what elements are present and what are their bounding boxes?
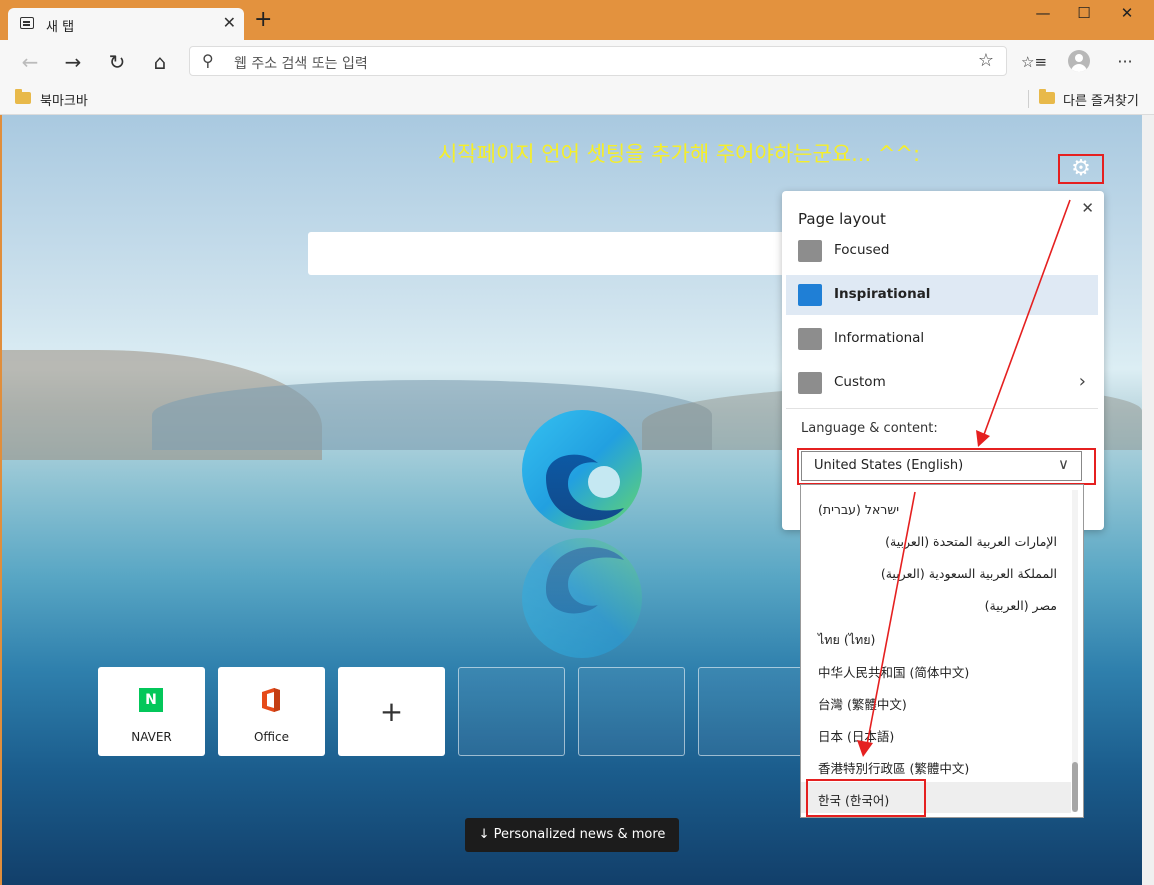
language-option[interactable]: 香港特別行政區 (繁體中文): [801, 750, 1071, 781]
personalized-news-button[interactable]: ↓ Personalized news & more: [465, 818, 679, 852]
chevron-right-icon: ›: [1078, 371, 1086, 392]
quick-link-label: NAVER: [131, 730, 172, 744]
language-dropdown-list: ישראל (עברית) الإمارات العربية المتحدة (…: [800, 484, 1084, 818]
page-settings-gear-icon[interactable]: ⚙: [1058, 154, 1104, 184]
layout-label: Inspirational: [834, 286, 931, 302]
bookmarks-divider: [1028, 90, 1029, 108]
favorite-star-icon[interactable]: ☆: [978, 50, 994, 71]
minimize-button[interactable]: —: [1028, 4, 1058, 24]
favorites-collections-button[interactable]: ☆≡: [1021, 50, 1047, 74]
forward-button[interactable]: →: [61, 50, 85, 74]
empty-quick-link-slot: [458, 667, 565, 756]
language-option[interactable]: الإمارات العربية المتحدة (العربية): [801, 526, 1071, 557]
language-option[interactable]: 日本 (日本語): [801, 718, 1071, 749]
layout-option-custom[interactable]: Custom ›: [786, 363, 1098, 403]
search-icon: ⚲: [202, 51, 214, 70]
language-option[interactable]: المملكة العربية السعودية (العربية): [801, 558, 1071, 589]
address-bar[interactable]: ⚲ 웹 주소 검색 또는 입력 ☆: [189, 46, 1007, 76]
office-icon: [262, 688, 280, 712]
maximize-button[interactable]: ☐: [1069, 4, 1099, 24]
language-option[interactable]: مصر (العربية): [801, 590, 1071, 621]
new-tab-page-icon: [20, 17, 34, 29]
layout-label: Custom: [834, 374, 886, 390]
quick-link-naver[interactable]: N NAVER: [98, 667, 205, 756]
tab-close-icon[interactable]: ✕: [223, 13, 236, 32]
home-button[interactable]: ⌂: [148, 50, 172, 74]
web-search-box[interactable]: [308, 232, 808, 275]
folder-icon: [1039, 89, 1055, 104]
pencil-icon: [798, 372, 822, 394]
informational-layout-icon: [798, 328, 822, 350]
layout-option-informational[interactable]: Informational: [786, 319, 1098, 359]
refresh-button[interactable]: ↻: [105, 50, 129, 74]
annotation-highlight-box: [806, 779, 926, 817]
browser-window: 새 탭 ✕ + — ☐ ✕ ← → ↻ ⌂ ⚲ 웹 주소 검색 또는 입력 ☆ …: [0, 0, 1154, 885]
bookmarks-folder[interactable]: 북마크바: [40, 90, 88, 109]
page-scrollbar[interactable]: [1142, 115, 1154, 885]
edge-logo-reflection: [522, 538, 642, 658]
other-favorites-folder[interactable]: 다른 즐겨찾기: [1063, 90, 1139, 109]
new-tab-button[interactable]: +: [254, 9, 272, 31]
profile-avatar[interactable]: [1068, 50, 1090, 72]
empty-quick-link-slot: [578, 667, 685, 756]
address-placeholder: 웹 주소 검색 또는 입력: [234, 56, 368, 72]
language-option[interactable]: ישראל (עברית): [801, 494, 1071, 525]
language-content-label: Language & content:: [801, 421, 938, 436]
layout-label: Focused: [834, 242, 890, 258]
inspirational-layout-icon: [798, 284, 822, 306]
edge-logo: [522, 410, 642, 530]
settings-menu-button[interactable]: ···: [1113, 50, 1137, 74]
tab-strip: 새 탭 ✕ + — ☐ ✕: [0, 0, 1154, 40]
layout-option-inspirational[interactable]: Inspirational: [786, 275, 1098, 315]
add-quick-link-button[interactable]: +: [338, 667, 445, 756]
focused-layout-icon: [798, 240, 822, 262]
annotation-text: 시작페이지 언어 셋팅을 추가해 주어야하는군요... ^^:: [438, 142, 921, 166]
plus-icon: +: [379, 695, 404, 728]
language-option[interactable]: 台灣 (繁體中文): [801, 686, 1071, 717]
toolbar: ← → ↻ ⌂ ⚲ 웹 주소 검색 또는 입력 ☆ ☆≡ ···: [0, 40, 1154, 84]
folder-icon: [15, 89, 31, 104]
quick-link-label: Office: [253, 730, 290, 744]
back-button[interactable]: ←: [18, 50, 42, 74]
close-window-button[interactable]: ✕: [1112, 4, 1142, 24]
dropdown-scrollbar-thumb[interactable]: [1072, 762, 1078, 812]
panel-divider: [786, 408, 1098, 409]
annotation-highlight-box: [797, 448, 1096, 485]
naver-icon: N: [139, 688, 163, 712]
layout-label: Informational: [834, 330, 925, 346]
panel-title: Page layout: [798, 210, 886, 228]
tab-new-tab[interactable]: 새 탭 ✕: [8, 8, 244, 40]
quick-link-office[interactable]: Office: [218, 667, 325, 756]
panel-close-icon[interactable]: ✕: [1081, 199, 1094, 217]
bookmarks-bar: 북마크바 다른 즐겨찾기: [0, 84, 1154, 115]
layout-option-focused[interactable]: Focused: [786, 231, 1098, 271]
empty-quick-link-slot: [698, 667, 805, 756]
language-option[interactable]: 中华人民共和国 (简体中文): [801, 654, 1071, 685]
language-option[interactable]: ไทย (ไทย): [801, 622, 1071, 653]
tab-title: 새 탭: [46, 20, 75, 35]
